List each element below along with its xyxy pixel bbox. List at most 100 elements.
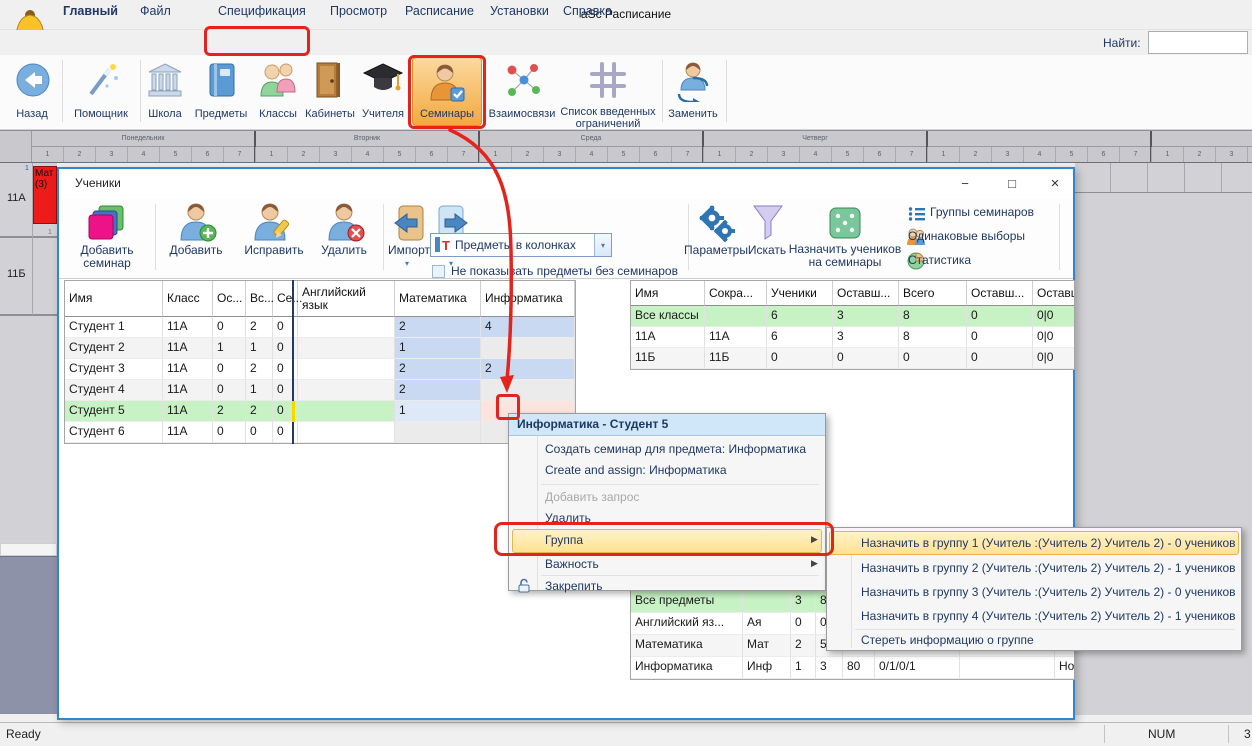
submenu-item-assign-group-2[interactable]: Назначить в группу 2 (Учитель :(Учитель … xyxy=(861,561,1236,575)
cell[interactable]: 11А xyxy=(705,327,767,348)
col-header[interactable]: Ос... xyxy=(213,281,246,317)
col-header[interactable]: Ученики xyxy=(767,281,833,306)
col-header[interactable]: Оставш... xyxy=(833,281,899,306)
cell[interactable]: 80 xyxy=(843,657,875,679)
maximize-button[interactable]: □ xyxy=(994,171,1030,197)
cell[interactable]: 3 xyxy=(791,591,816,613)
teachers-cap-icon[interactable] xyxy=(362,60,404,105)
subjects-book-icon[interactable] xyxy=(205,62,239,103)
cell[interactable] xyxy=(705,306,767,327)
find-input[interactable] xyxy=(1148,31,1248,54)
cell[interactable]: 2 xyxy=(791,635,816,657)
cell[interactable] xyxy=(743,591,791,613)
col-header[interactable]: Оставш... xyxy=(967,281,1033,306)
cell[interactable]: Студент 1 xyxy=(65,317,163,338)
rooms-button[interactable]: Кабинеты xyxy=(302,108,358,120)
cell[interactable]: 3 xyxy=(833,306,899,327)
rooms-door-icon[interactable] xyxy=(309,60,347,105)
cell[interactable]: 0 xyxy=(967,348,1033,369)
cell[interactable]: 0 xyxy=(899,348,967,369)
menu-item-create-seminar[interactable]: Создать семинар для предмета: Информатик… xyxy=(545,442,806,456)
school-button[interactable]: Школа xyxy=(140,108,190,120)
cell[interactable] xyxy=(960,657,1055,679)
hide-no-seminars-checkbox[interactable] xyxy=(432,265,445,278)
assistant-wand-icon[interactable] xyxy=(83,60,121,105)
delete-button[interactable]: Удалить xyxy=(312,244,376,257)
menu-file[interactable]: Файл xyxy=(140,4,171,18)
cell[interactable]: 11А xyxy=(631,327,705,348)
cell[interactable]: Студент 5 xyxy=(65,401,163,422)
cell[interactable]: 0 xyxy=(967,327,1033,348)
col-header[interactable]: Имя xyxy=(65,281,163,317)
col-header[interactable]: Информатика xyxy=(481,281,575,317)
cell[interactable]: Студент 3 xyxy=(65,359,163,380)
lesson-card-math[interactable]: Мат(3) xyxy=(33,166,57,224)
replace-button[interactable]: Заменить xyxy=(664,108,722,120)
cell[interactable]: 8 xyxy=(899,327,967,348)
col-header[interactable]: Сокра... xyxy=(705,281,767,306)
class-row-label-11a[interactable]: 11А xyxy=(7,192,26,204)
cell[interactable]: 1 xyxy=(791,657,816,679)
links-network-icon[interactable] xyxy=(500,60,542,107)
cell[interactable]: 0|0 xyxy=(1033,306,1075,327)
cell[interactable]: 11Б xyxy=(631,348,705,369)
cell[interactable]: Нор xyxy=(1055,657,1075,679)
col-header[interactable]: Оставшие... xyxy=(1033,281,1075,306)
combo-dropdown-button[interactable]: ▾ xyxy=(594,234,611,256)
add-seminar-icon[interactable] xyxy=(87,203,127,248)
columns-mode-select[interactable]: Т Предметы в колонках ▾ xyxy=(430,233,612,257)
cell[interactable]: 0 xyxy=(791,613,816,635)
cell[interactable]: Инф xyxy=(743,657,791,679)
cell[interactable]: 6 xyxy=(767,306,833,327)
submenu-item-assign-group-1[interactable]: Назначить в группу 1 (Учитель :(Учитель … xyxy=(861,536,1236,550)
class-row-label-11b[interactable]: 11Б xyxy=(7,268,26,280)
col-header[interactable]: Математика xyxy=(395,281,481,317)
cell[interactable]: 0 xyxy=(767,348,833,369)
menu-settings[interactable]: Установки xyxy=(490,4,549,18)
back-icon[interactable] xyxy=(15,62,51,103)
menu-item-pin[interactable]: Закрепить xyxy=(545,579,602,593)
cell[interactable]: Студент 6 xyxy=(65,422,163,443)
hide-no-seminars-label[interactable]: Не показывать предметы без семинаров xyxy=(451,264,678,278)
assign-dice-icon[interactable] xyxy=(827,203,865,246)
cell[interactable]: 0|0 xyxy=(1033,348,1075,369)
same-choices-button[interactable]: Одинаковые выборы xyxy=(908,229,1025,243)
cell[interactable]: 0 xyxy=(833,348,899,369)
teachers-button[interactable]: Учителя xyxy=(356,108,410,120)
seminar-groups-icon[interactable] xyxy=(908,206,925,227)
col-header[interactable]: Имя xyxy=(631,281,705,306)
cell[interactable]: 6 xyxy=(767,327,833,348)
cell[interactable]: 11Б xyxy=(705,348,767,369)
col-header[interactable]: Се... xyxy=(273,281,298,317)
classes-button[interactable]: Классы xyxy=(252,108,304,120)
submenu-item-clear-group[interactable]: Стереть информацию о группе xyxy=(861,633,1034,647)
submenu-item-assign-group-3[interactable]: Назначить в группу 3 (Учитель :(Учитель … xyxy=(861,585,1236,599)
col-header[interactable]: Класс xyxy=(163,281,213,317)
classes-people-icon[interactable] xyxy=(259,62,297,103)
cell[interactable]: 0 xyxy=(967,306,1033,327)
cell[interactable]: Информатика xyxy=(631,657,743,679)
import-dropdown-caret[interactable]: ▾ xyxy=(405,259,409,268)
cell[interactable]: Студент 4 xyxy=(65,380,163,401)
menu-view[interactable]: Просмотр xyxy=(330,4,387,18)
cell[interactable]: Все классы xyxy=(631,306,705,327)
menu-main[interactable]: Главный xyxy=(63,4,118,18)
assign-students-button[interactable]: Назначить учеников на семинары xyxy=(781,243,909,269)
constraints-button[interactable]: Список введенных ограничений xyxy=(560,106,656,130)
statistics-button[interactable]: Статистика xyxy=(908,253,971,267)
cell[interactable]: Все предметы xyxy=(631,591,743,613)
add-button[interactable]: Добавить xyxy=(160,244,232,257)
cell[interactable]: 3 xyxy=(816,657,843,679)
cell[interactable]: 0/1/0/1 xyxy=(875,657,960,679)
cell[interactable]: 3 xyxy=(833,327,899,348)
minimize-button[interactable]: − xyxy=(947,171,983,197)
subjects-button[interactable]: Предметы xyxy=(190,108,252,120)
cell[interactable]: 8 xyxy=(899,306,967,327)
col-header[interactable]: Английский язык xyxy=(298,281,395,317)
close-button[interactable]: × xyxy=(1037,171,1073,197)
import-icon[interactable] xyxy=(393,204,427,247)
cell[interactable]: Мат xyxy=(743,635,791,657)
back-button[interactable]: Назад xyxy=(6,108,58,120)
search-funnel-icon[interactable] xyxy=(751,203,785,248)
menu-timetable[interactable]: Расписание xyxy=(405,4,474,18)
